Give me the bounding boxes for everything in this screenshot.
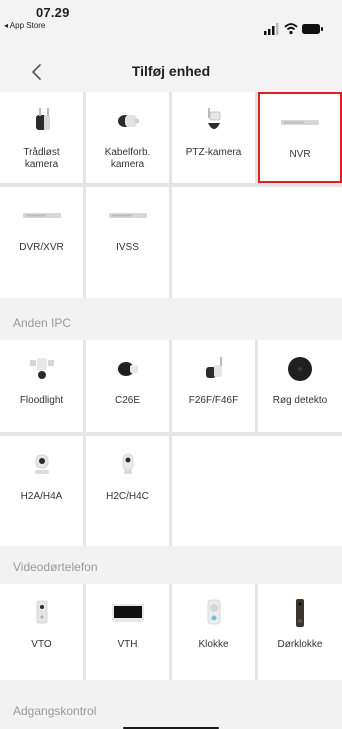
device-label: H2A/H4A: [20, 491, 63, 502]
device-label: Røg detekto: [272, 395, 328, 406]
page-title: Tilføj enhed: [131, 63, 211, 79]
section-title: Adgangskontrol: [13, 704, 97, 718]
navigation-bar: Tilføj enhed: [0, 52, 342, 92]
status-bar: 07.29 ◂ App Store: [0, 0, 342, 52]
device-smoke-detector[interactable]: Røg detekto: [258, 340, 342, 432]
device-label: Klokke: [198, 639, 229, 650]
device-c26e[interactable]: C26E: [86, 340, 169, 432]
device-type-grid: Trådløst kamera Kabelforb. kamera PTZ-ka…: [0, 92, 342, 298]
device-floodlight[interactable]: Floodlight: [0, 340, 83, 432]
device-ivss[interactable]: IVSS: [86, 187, 169, 298]
device-label: NVR: [289, 149, 311, 160]
device-ptz-camera[interactable]: PTZ-kamera: [172, 92, 255, 183]
section-title: Videodørtelefon: [13, 560, 98, 574]
doorbell-icon: [296, 599, 304, 627]
back-to-app-store-link[interactable]: ◂ App Store: [4, 21, 45, 30]
door-station-icon: [36, 600, 47, 624]
device-vth[interactable]: VTH: [86, 584, 169, 680]
device-label: PTZ-kamera: [185, 147, 242, 158]
add-device-screen: 07.29 ◂ App Store Tilføj enhed Trådløst …: [0, 0, 342, 729]
device-label: Trådløst kamera: [23, 147, 60, 170]
status-icons: [264, 23, 323, 35]
device-label: F26F/F46F: [188, 395, 239, 406]
section-header-access-control: Adgangskontrol: [0, 684, 342, 729]
ivss-icon: [108, 213, 147, 218]
floodlight-camera-icon: [29, 358, 54, 379]
ptz-camera-icon: [207, 108, 220, 129]
device-h2a-h4a[interactable]: H2A/H4A: [0, 436, 83, 546]
dvr-icon: [22, 213, 61, 218]
device-label: VTO: [31, 639, 52, 650]
device-f26f-f46f[interactable]: F26F/F46F: [172, 340, 255, 432]
device-label: C26E: [114, 395, 140, 406]
device-dvr-xvr[interactable]: DVR/XVR: [0, 187, 83, 298]
device-vto[interactable]: VTO: [0, 584, 83, 680]
indoor-camera-icon: [34, 454, 49, 474]
nvr-icon: [281, 120, 319, 125]
signal-icon: [264, 23, 279, 35]
section-header-other-ipc: Anden IPC: [0, 304, 342, 340]
device-chime[interactable]: Klokke: [172, 584, 255, 680]
empty-cell: [172, 436, 342, 546]
video-door-phone-grid: VTO VTH Klokke Dørklokke: [0, 584, 342, 680]
device-h2c-h4c[interactable]: H2C/H4C: [86, 436, 169, 546]
battery-icon: [302, 24, 323, 34]
section-header-video-door-phone: Videodørtelefon: [0, 548, 342, 584]
smoke-detector-icon: [288, 357, 312, 381]
wired-camera-icon: [117, 115, 139, 127]
device-doorbell[interactable]: Dørklokke: [258, 584, 342, 680]
mini-camera-icon: [122, 453, 133, 474]
other-ipc-grid: Floodlight C26E F26F/F46F Røg detekto H2…: [0, 340, 342, 546]
device-label: Floodlight: [19, 395, 64, 406]
device-label: H2C/H4C: [106, 491, 149, 502]
device-label: VTH: [117, 639, 138, 650]
wifi-icon: [284, 23, 298, 35]
device-nvr[interactable]: NVR: [258, 92, 342, 183]
indoor-monitor-icon: [111, 604, 144, 622]
device-wireless-camera[interactable]: Trådløst kamera: [0, 92, 83, 183]
bullet-camera-icon: [117, 362, 138, 376]
device-wired-camera[interactable]: Kabelforb. kamera: [86, 92, 169, 183]
device-label: Kabelforb. kamera: [104, 147, 151, 170]
empty-cell: [172, 187, 342, 298]
device-label: IVSS: [116, 242, 139, 253]
device-label: Dørklokke: [277, 639, 323, 650]
clock: 07.29: [36, 5, 70, 20]
section-title: Anden IPC: [13, 316, 72, 330]
wireless-camera-icon: [35, 108, 50, 130]
device-label: DVR/XVR: [19, 242, 64, 253]
chime-icon: [207, 599, 220, 625]
outdoor-camera-icon: [205, 357, 222, 378]
